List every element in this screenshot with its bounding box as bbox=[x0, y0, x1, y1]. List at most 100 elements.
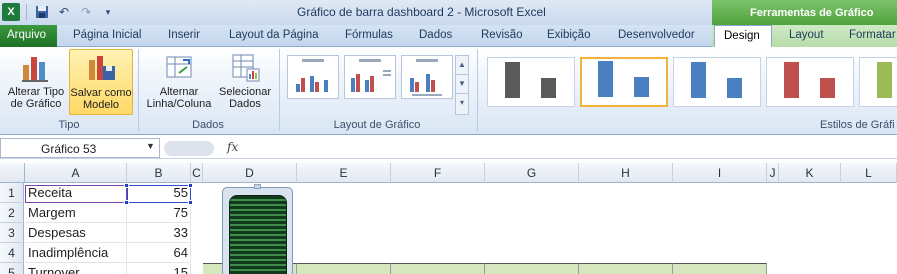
change-chart-type-label-1: Alterar Tipo bbox=[7, 86, 65, 98]
range-handle[interactable] bbox=[188, 200, 193, 205]
redo-icon[interactable]: ↷ bbox=[77, 3, 95, 21]
row-header[interactable]: 2 bbox=[0, 203, 24, 223]
customize-icon[interactable]: ▾ bbox=[99, 3, 117, 21]
column-header-d[interactable]: D bbox=[203, 163, 297, 183]
cell-label[interactable]: Despesas bbox=[25, 223, 127, 243]
select-data-button[interactable]: Selecionar Dados bbox=[216, 49, 274, 115]
chart-style-2-bar bbox=[598, 61, 613, 97]
name-box[interactable]: Gráfico 53 bbox=[0, 138, 160, 158]
column-header-f[interactable]: F bbox=[391, 163, 485, 183]
chart-style-1-bar bbox=[505, 62, 520, 98]
formula-bar: Gráfico 53 ▼ fx bbox=[0, 138, 897, 159]
chart-style-4-bar bbox=[784, 62, 799, 98]
undo-icon[interactable]: ↶ bbox=[55, 3, 73, 21]
chart-tools-context: Ferramentas de Gráfico bbox=[712, 0, 897, 25]
save-as-template-button[interactable]: Salvar como Modelo bbox=[69, 49, 133, 115]
chart-style-1[interactable] bbox=[487, 57, 575, 107]
range-handle[interactable] bbox=[124, 183, 129, 188]
cell-label[interactable]: Turnover bbox=[25, 263, 127, 274]
column-header-b[interactable]: B bbox=[127, 163, 191, 183]
column-header-i[interactable]: I bbox=[673, 163, 767, 183]
cell-label[interactable]: Inadimplência bbox=[25, 243, 127, 263]
chart-layout-scroller[interactable]: ▲ ▼ ▾ bbox=[455, 55, 469, 115]
save-as-template-label-1: Salvar como bbox=[70, 87, 132, 99]
group-label-layout-de-grafico: Layout de Gráfico bbox=[333, 119, 421, 131]
tab-design[interactable]: Design bbox=[714, 25, 772, 48]
tab-layout[interactable]: Layout bbox=[789, 25, 824, 47]
formula-bar-splitter[interactable] bbox=[164, 141, 214, 156]
group-label-tipo: Tipo bbox=[58, 119, 80, 131]
switch-row-column-button[interactable]: Alternar Linha/Coluna bbox=[143, 49, 215, 115]
chart-style-3-bar bbox=[691, 62, 706, 98]
row-header[interactable]: 1 bbox=[0, 183, 24, 203]
column-header-c[interactable]: C bbox=[191, 163, 203, 183]
chart-value-range bbox=[127, 185, 191, 203]
scroll-down-icon[interactable]: ▼ bbox=[456, 75, 468, 94]
column-header-g[interactable]: G bbox=[485, 163, 579, 183]
column-header-k[interactable]: K bbox=[779, 163, 841, 183]
scroll-up-icon[interactable]: ▲ bbox=[456, 56, 468, 75]
chart-layout-3-icon bbox=[410, 59, 442, 96]
dashboard-band-cell bbox=[579, 263, 673, 274]
chart-style-3[interactable] bbox=[673, 57, 761, 107]
select-data-icon bbox=[232, 54, 260, 82]
range-handle[interactable] bbox=[188, 183, 193, 188]
tab-desenvolvedor[interactable]: Desenvolvedor bbox=[618, 25, 695, 47]
excel-icon[interactable]: X bbox=[2, 3, 20, 21]
cell-value[interactable]: 33 bbox=[127, 223, 191, 243]
tab-arquivo[interactable]: Arquivo bbox=[0, 25, 57, 47]
cell-value[interactable]: 64 bbox=[127, 243, 191, 263]
quick-access-toolbar: X ↶ ↷ ▾ bbox=[2, 3, 121, 21]
save-icon[interactable] bbox=[33, 3, 51, 21]
tab-inserir[interactable]: Inserir bbox=[168, 25, 200, 47]
title-bar: X ↶ ↷ ▾ Gráfico de barra dashboard 2 - M… bbox=[0, 0, 897, 25]
column-header-l[interactable]: L bbox=[841, 163, 897, 183]
select-data-label-2: Dados bbox=[229, 98, 261, 110]
group-label-estilos-de-grafico: Estilos de Gráfi bbox=[820, 119, 895, 131]
ribbon-tabs: Arquivo Página Inicial Inserir Layout da… bbox=[0, 25, 897, 48]
chart-layout-3[interactable] bbox=[401, 55, 453, 99]
chart-layout-2-icon bbox=[351, 59, 391, 92]
change-chart-type-label-2: de Gráfico bbox=[10, 98, 62, 110]
chart-style-1-bar bbox=[541, 78, 556, 98]
switch-row-column-label-1: Alternar bbox=[159, 86, 199, 98]
select-all-corner[interactable] bbox=[0, 163, 25, 183]
chart-style-2[interactable] bbox=[580, 57, 668, 107]
row-header[interactable]: 3 bbox=[0, 223, 24, 243]
tab-pagina-inicial[interactable]: Página Inicial bbox=[73, 25, 141, 47]
chart-layout-1[interactable] bbox=[287, 55, 339, 99]
range-handle[interactable] bbox=[124, 200, 129, 205]
column-header-a[interactable]: A bbox=[25, 163, 127, 183]
select-data-label-1: Selecionar bbox=[219, 86, 271, 98]
worksheet-grid[interactable]: A B C D E F G H I J K L 1 2 3 4 5 Receit… bbox=[0, 163, 897, 274]
chart-resize-handle[interactable] bbox=[254, 184, 261, 189]
column-header-e[interactable]: E bbox=[297, 163, 391, 183]
tab-formulas[interactable]: Fórmulas bbox=[345, 25, 393, 47]
tab-formatar[interactable]: Formatar bbox=[849, 25, 896, 47]
change-chart-type-button[interactable]: Alterar Tipo de Gráfico bbox=[4, 49, 68, 115]
chart-bar[interactable] bbox=[229, 195, 287, 274]
switch-row-column-label-2: Linha/Coluna bbox=[146, 98, 212, 110]
row-header[interactable]: 4 bbox=[0, 243, 24, 263]
group-label-dados: Dados bbox=[192, 119, 224, 131]
chart-style-5-bar bbox=[877, 62, 892, 98]
tab-exibicao[interactable]: Exibição bbox=[547, 25, 590, 47]
cell-value[interactable]: 75 bbox=[127, 203, 191, 223]
cell-value[interactable]: 15 bbox=[127, 263, 191, 274]
row-header[interactable]: 5 bbox=[0, 263, 24, 274]
name-box-dropdown-icon[interactable]: ▼ bbox=[146, 141, 155, 151]
cell-label[interactable]: Margem bbox=[25, 203, 127, 223]
insert-function-icon[interactable]: fx bbox=[227, 140, 238, 154]
ribbon: Alterar Tipo de Gráfico Salvar como Mode… bbox=[0, 47, 897, 135]
tab-dados[interactable]: Dados bbox=[419, 25, 452, 47]
tab-revisao[interactable]: Revisão bbox=[481, 25, 523, 47]
tab-layout-da-pagina[interactable]: Layout da Página bbox=[229, 25, 319, 47]
column-header-j[interactable]: J bbox=[767, 163, 779, 183]
chart-style-5[interactable] bbox=[859, 57, 897, 107]
save-as-template-icon bbox=[89, 56, 115, 80]
group-separator bbox=[477, 49, 478, 131]
chart-layout-2[interactable] bbox=[344, 55, 396, 99]
column-header-h[interactable]: H bbox=[579, 163, 673, 183]
chart-style-4[interactable] bbox=[766, 57, 854, 107]
more-layouts-icon[interactable]: ▾ bbox=[456, 94, 468, 113]
